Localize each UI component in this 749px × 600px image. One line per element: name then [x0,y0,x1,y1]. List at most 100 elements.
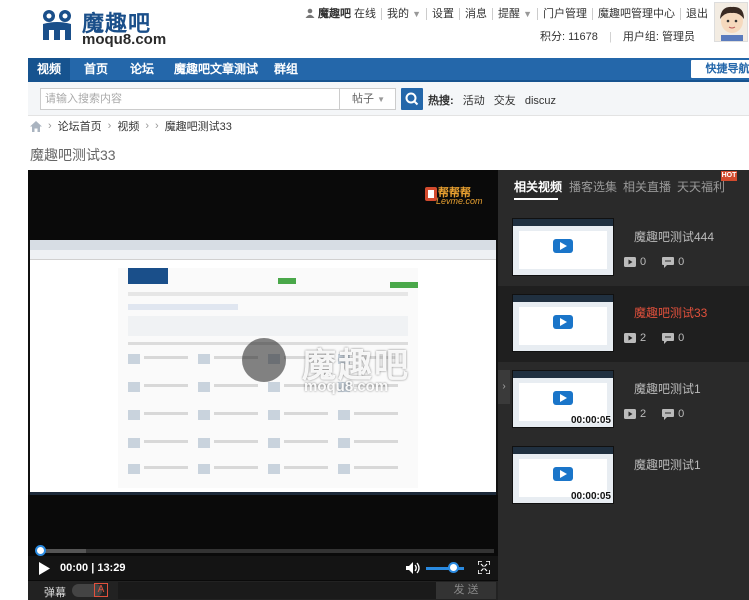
progress-handle[interactable] [35,545,46,556]
comment-icon [662,408,675,420]
tab-daily-welfare[interactable]: 天天福利 [677,178,725,195]
play-count-icon [624,333,636,343]
hot-term-link[interactable]: 交友 [494,95,516,107]
active-tab-indicator [514,198,558,200]
play-icon[interactable] [38,562,50,575]
watermark-text-en: moqu8.com [304,378,389,395]
comment-count: 0 [678,408,685,420]
logout-link[interactable]: 退出 [680,8,713,20]
messages-link[interactable]: 消息 [459,8,492,20]
play-count: 2 [640,408,647,420]
quick-nav-button[interactable]: 快捷导航 ▼ [691,60,749,78]
danmaku-style-button[interactable]: A [94,583,108,597]
play-count-icon [624,257,636,267]
hot-term-link[interactable]: 活动 [463,95,485,107]
video-stats: 2 0 [624,332,684,344]
tab-related-videos[interactable]: 相关视频 [514,178,562,195]
breadcrumb: › 论坛首页 › 视频 › › 魔趣吧测试33 [30,119,232,133]
recorded-browser-tabs [30,240,496,250]
volume-icon[interactable] [406,562,420,574]
player-top-area: 帮帮帮 Levme.com [28,170,498,240]
related-video-item[interactable]: 00:00:05 魔趣吧测试1 [498,438,749,514]
search-bar: 请输入搜索内容 帖子 ▼ 热搜: 活动 交友 discuz [28,82,749,116]
my-menu[interactable]: 我的 ▼ [381,8,426,20]
hot-search: 热搜: 活动 交友 discuz [428,92,562,108]
person-icon [305,8,315,18]
related-video-item[interactable]: 魔趣吧测试444 0 0 [498,210,749,286]
send-button[interactable]: 发 送 [436,582,496,599]
search-input[interactable]: 请输入搜索内容 [40,88,340,110]
video-title: 魔趣吧测试1 [634,458,701,472]
nav-tab-groups[interactable]: 群组 [274,58,298,80]
progress-bar[interactable] [35,545,494,556]
search-icon [405,92,419,106]
play-icon [553,467,573,481]
portal-admin-link[interactable]: 门户管理 [537,8,592,20]
play-icon [553,391,573,405]
breadcrumb-separator: › [48,120,52,132]
user-group[interactable]: 用户组: 管理员 [619,31,699,43]
breadcrumb-separator: › [155,120,159,132]
play-count: 0 [640,256,647,268]
player-controls-area: 00:00 | 13:29 弹幕 A 发 送 [28,495,498,600]
nav-tab-video[interactable]: 视频 [28,58,70,80]
admin-center-link[interactable]: 魔趣吧管理中心 [592,8,680,20]
video-thumbnail [512,294,614,352]
video-player[interactable]: 帮帮帮 Levme.com 魔趣吧 moqu8.com 00:00 | 13:2… [28,170,498,600]
avatar-image [715,3,747,41]
search-button[interactable] [401,88,423,110]
video-duration: 00:00:05 [570,491,611,502]
related-videos-panel: 相关视频 播客选集 相关直播 天天福利 HOT › 魔趣吧测试444 0 0 魔… [498,170,749,600]
home-icon[interactable] [30,120,42,132]
comment-count: 0 [678,332,685,344]
chevron-down-icon: ▼ [523,9,532,19]
page-title: 魔趣吧测试33 [30,147,116,163]
video-title: 魔趣吧测试33 [634,306,708,320]
online-status: 在线 [354,8,377,20]
settings-link[interactable]: 设置 [426,8,459,20]
site-logo[interactable]: 魔趣吧 moqu8.com [40,6,175,48]
danmaku-bar: 弹幕 A 发 送 [28,581,498,600]
danmaku-input[interactable] [118,582,436,599]
comment-icon [662,256,675,268]
related-video-item[interactable]: 00:00:05 魔趣吧测试1 2 0 [498,362,749,438]
comment-count: 0 [678,256,685,268]
tab-related-live[interactable]: 相关直播 [623,178,671,195]
username-link[interactable]: 魔趣吧 在线 [300,8,381,20]
avatar[interactable] [714,2,748,42]
nav-tab-home[interactable]: 首页 [84,58,108,80]
video-thumbnail: 00:00:05 [512,370,614,428]
breadcrumb-forum-home[interactable]: 论坛首页 [58,118,102,134]
video-duration: 00:00:05 [570,415,611,426]
video-thumbnail [512,218,614,276]
credits[interactable]: 积分: 11678 [536,31,602,43]
top-user-nav: 魔趣吧 在线 我的 ▼ 设置 消息 提醒 ▼ 门户管理 魔趣吧管理中心 退出 [300,6,713,22]
breadcrumb-separator: › [107,120,112,132]
hot-badge: HOT [721,171,737,181]
main-nav: 视频 首页 论坛 魔趣吧文章测试 群组 快捷导航 ▼ [28,58,749,82]
brand-url: Levme.com [436,196,483,206]
fullscreen-icon[interactable] [478,561,490,574]
play-icon [553,315,573,329]
video-title: 魔趣吧测试1 [634,382,701,396]
breadcrumb-separator: › [145,120,150,132]
chevron-down-icon: ▼ [412,9,422,19]
comment-icon [662,332,675,344]
breadcrumb-video[interactable]: 视频 [117,118,139,134]
breadcrumb-current[interactable]: 魔趣吧测试33 [165,118,232,134]
search-type-select[interactable]: 帖子 ▼ [340,88,396,110]
header: 魔趣吧 moqu8.com 魔趣吧 在线 我的 ▼ 设置 消息 提醒 ▼ 门户管… [0,0,749,56]
nav-tab-article-test[interactable]: 魔趣吧文章测试 [174,58,258,80]
tab-podcast-episodes[interactable]: 播客选集 [569,178,617,195]
related-video-item-current[interactable]: 魔趣吧测试33 2 0 [498,286,749,362]
hot-search-label: 热搜: [428,95,454,107]
video-frame[interactable]: 魔趣吧 moqu8.com [30,240,496,495]
nav-tab-forum[interactable]: 论坛 [130,58,154,80]
play-count: 2 [640,332,647,344]
reminders-menu[interactable]: 提醒 ▼ [492,8,537,20]
time-display: 00:00 | 13:29 [60,562,126,574]
hot-term-link[interactable]: discuz [525,95,556,107]
play-icon [553,239,573,253]
volume-handle[interactable] [448,562,459,573]
video-brand-badge: 帮帮帮 Levme.com [424,184,490,206]
